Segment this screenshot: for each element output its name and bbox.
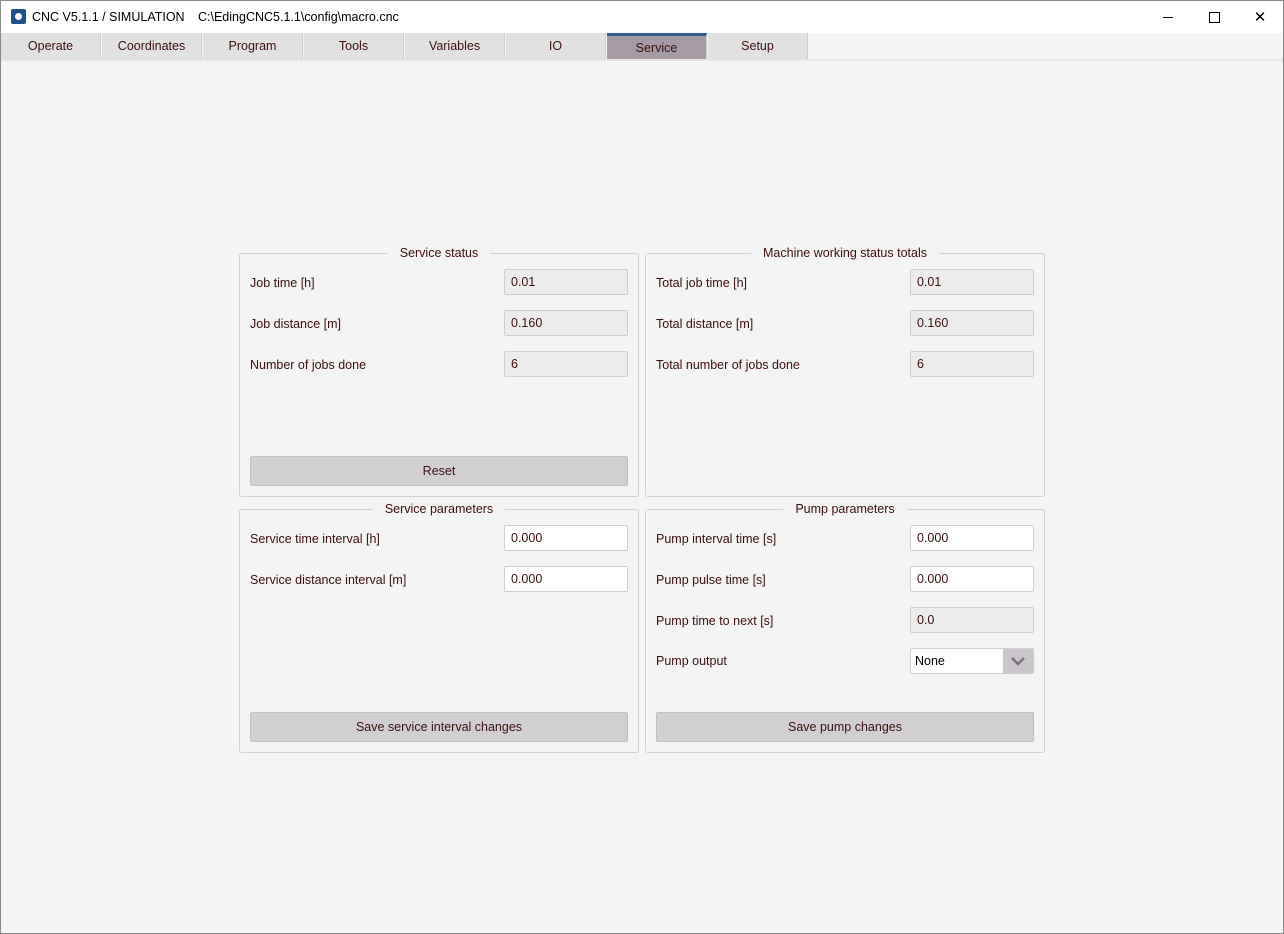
tab-io[interactable]: IO (506, 33, 606, 59)
total-jobs-label: Total number of jobs done (656, 358, 800, 372)
pump-time-to-next-label: Pump time to next [s] (656, 614, 774, 628)
service-time-interval-input[interactable]: 0.000 (504, 525, 628, 551)
service-time-interval-label: Service time interval [h] (250, 532, 380, 546)
reset-button[interactable]: Reset (250, 456, 628, 486)
job-distance-field: 0.160 (504, 310, 628, 336)
close-button[interactable]: ✕ (1237, 1, 1283, 33)
pump-parameters-group: Pump parameters Pump interval time [s] 0… (645, 502, 1045, 753)
app-logo-icon (11, 9, 26, 24)
pump-parameters-title: Pump parameters (783, 502, 907, 516)
pump-interval-label: Pump interval time [s] (656, 532, 777, 546)
maximize-icon (1208, 11, 1220, 23)
tab-setup[interactable]: Setup (708, 33, 808, 59)
save-service-interval-button[interactable]: Save service interval changes (250, 712, 628, 742)
pump-interval-input[interactable]: 0.000 (910, 525, 1034, 551)
chevron-down-icon[interactable] (1003, 649, 1033, 673)
save-pump-changes-button[interactable]: Save pump changes (656, 712, 1034, 742)
service-parameters-group: Service parameters Service time interval… (239, 502, 639, 753)
title-bar: CNC V5.1.1 / SIMULATION C:\EdingCNC5.1.1… (1, 1, 1283, 33)
pump-output-label: Pump output (656, 654, 727, 668)
tab-service[interactable]: Service (607, 33, 707, 59)
tab-bar: Operate Coordinates Program Tools Variab… (1, 33, 1283, 61)
service-distance-interval-label: Service distance interval [m] (250, 573, 407, 587)
machine-totals-group: Machine working status totals Total job … (645, 246, 1045, 497)
pump-output-value: None (915, 654, 945, 668)
total-distance-label: Total distance [m] (656, 317, 754, 331)
file-path: C:\EdingCNC5.1.1\config\macro.cnc (198, 10, 399, 24)
app-window: CNC V5.1.1 / SIMULATION C:\EdingCNC5.1.1… (0, 0, 1284, 934)
job-distance-label: Job distance [m] (250, 317, 342, 331)
tab-tools[interactable]: Tools (304, 33, 404, 59)
total-jobs-field: 6 (910, 351, 1034, 377)
maximize-button[interactable] (1191, 1, 1237, 33)
tab-operate[interactable]: Operate (1, 33, 101, 59)
service-distance-interval-input[interactable]: 0.000 (504, 566, 628, 592)
job-time-label: Job time [h] (250, 276, 315, 290)
service-status-group: Service status Job time [h] 0.01 Job dis… (239, 246, 639, 497)
service-parameters-title: Service parameters (372, 502, 506, 516)
jobs-done-field: 6 (504, 351, 628, 377)
pump-pulse-input[interactable]: 0.000 (910, 566, 1034, 592)
app-title: CNC V5.1.1 / SIMULATION (32, 10, 185, 24)
tab-coordinates[interactable]: Coordinates (102, 33, 202, 59)
jobs-done-label: Number of jobs done (250, 358, 367, 372)
tab-program[interactable]: Program (203, 33, 303, 59)
pump-time-to-next-field: 0.0 (910, 607, 1034, 633)
service-status-title: Service status (387, 246, 491, 260)
tab-variables[interactable]: Variables (405, 33, 505, 59)
machine-totals-title: Machine working status totals (751, 246, 939, 260)
job-time-field: 0.01 (504, 269, 628, 295)
pump-output-select[interactable]: None (910, 648, 1034, 674)
minimize-icon (1163, 16, 1173, 18)
minimize-button[interactable] (1145, 1, 1191, 33)
total-distance-field: 0.160 (910, 310, 1034, 336)
total-job-time-field: 0.01 (910, 269, 1034, 295)
close-icon: ✕ (1253, 9, 1267, 26)
total-job-time-label: Total job time [h] (656, 276, 748, 290)
pump-pulse-label: Pump pulse time [s] (656, 573, 766, 587)
